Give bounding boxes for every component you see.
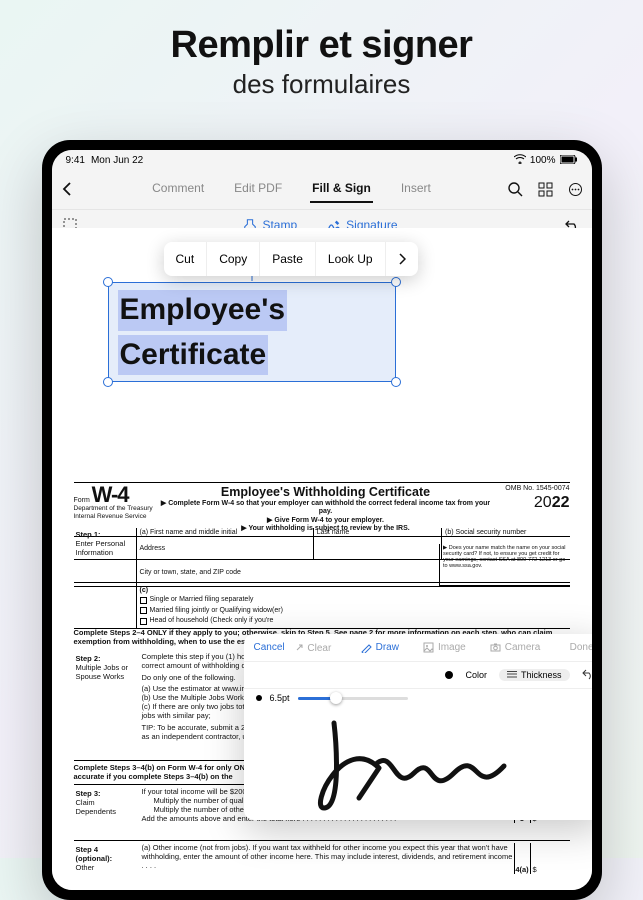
c-label: (c): [140, 587, 149, 594]
checkbox-hoh[interactable]: [140, 618, 147, 625]
promo-subhead: des formulaires: [0, 69, 643, 100]
irs-line: Internal Revenue Service: [74, 513, 147, 520]
sig-clear-button[interactable]: Clear: [295, 642, 332, 654]
search-icon[interactable]: [508, 181, 524, 197]
cell-city[interactable]: City or town, state, and ZIP code: [136, 568, 440, 582]
selected-text: Employee's Certificate: [118, 288, 288, 377]
signature-canvas[interactable]: [244, 696, 592, 820]
tab-edit-pdf[interactable]: Edit PDF: [232, 175, 284, 203]
selected-text-line2: Certificate: [118, 335, 269, 376]
back-button[interactable]: [60, 181, 76, 197]
more-icon[interactable]: [568, 181, 584, 197]
thickness-undo-icon[interactable]: [582, 668, 592, 682]
promo-headline: Remplir et signer: [0, 24, 643, 67]
sig-done-button[interactable]: Done: [570, 642, 592, 653]
context-more[interactable]: [386, 242, 418, 276]
status-bar: 9:41 Mon Jun 22 100%: [52, 150, 592, 169]
omb-number: OMB No. 1545-0074: [494, 485, 570, 493]
battery-icon: [560, 155, 578, 167]
checkbox-married[interactable]: [140, 607, 147, 614]
context-paste[interactable]: Paste: [260, 242, 316, 276]
color-label: Color: [465, 670, 487, 680]
resize-handle-tl[interactable]: [103, 277, 113, 287]
year-20: 20: [534, 494, 552, 511]
thickness-chip[interactable]: Thickness: [499, 669, 570, 681]
year-22: 22: [552, 494, 570, 511]
form-word: Form: [74, 497, 90, 504]
dept-line: Department of the Treasury: [74, 505, 153, 512]
context-lookup[interactable]: Look Up: [316, 242, 386, 276]
color-swatch[interactable]: [445, 671, 453, 679]
form-number: W-4: [92, 482, 129, 507]
step4-amt[interactable]: $: [530, 843, 570, 874]
battery-percent: 100%: [530, 155, 556, 166]
tab-insert[interactable]: Insert: [399, 175, 433, 203]
step4-block: Step 4 (optional): Other (a) Other incom…: [74, 840, 570, 874]
checkbox-single[interactable]: [140, 597, 147, 604]
status-time: 9:41: [66, 155, 85, 166]
resize-handle-br[interactable]: [391, 377, 401, 387]
context-cut[interactable]: Cut: [164, 242, 208, 276]
sig-camera-tab[interactable]: Camera: [486, 640, 545, 655]
resize-handle-tr[interactable]: [391, 277, 401, 287]
step4-num: 4(a): [514, 843, 530, 874]
status-date: Mon Jun 22: [91, 155, 143, 166]
grid-icon[interactable]: [538, 181, 554, 197]
opt-married: Married filing jointly or Qualifying wid…: [150, 607, 283, 615]
sig-image-tab[interactable]: Image: [419, 640, 470, 655]
form-title: Employee's Withholding Certificate: [158, 485, 494, 500]
sig-draw-tab[interactable]: Draw: [357, 640, 403, 655]
selected-text-line1: Employee's: [118, 290, 288, 331]
context-copy[interactable]: Copy: [207, 242, 260, 276]
wifi-icon: [514, 154, 526, 167]
tablet-screen: 9:41 Mon Jun 22 100% Comment Edit PDF: [52, 150, 592, 890]
tab-comment[interactable]: Comment: [150, 175, 206, 203]
tablet-frame: 9:41 Mon Jun 22 100% Comment Edit PDF: [42, 140, 602, 900]
form-bullet2: ▶ Give Form W-4 to your employer.: [158, 517, 494, 525]
context-menu: Cut Copy Paste Look Up: [164, 242, 418, 276]
step1-row-c: (c) Single or Married filing separately …: [74, 586, 570, 629]
form-bullet1: ▶ Complete Form W-4 so that your employe…: [158, 500, 494, 517]
opt-hoh: Head of household (Check only if you're: [150, 617, 274, 625]
step4-a: (a) Other income (not from jobs). If you…: [142, 843, 514, 870]
top-toolbar: Comment Edit PDF Fill & Sign Insert: [52, 169, 592, 210]
sig-cancel-button[interactable]: Cancel: [254, 642, 285, 654]
tab-fill-sign[interactable]: Fill & Sign: [310, 175, 373, 203]
opt-single: Single or Married filing separately: [150, 596, 254, 604]
signature-popup: Cancel Clear Draw Image: [244, 634, 592, 820]
step1-row-city: City or town, state, and ZIP code: [74, 568, 570, 583]
resize-handle-bl[interactable]: [103, 377, 113, 387]
